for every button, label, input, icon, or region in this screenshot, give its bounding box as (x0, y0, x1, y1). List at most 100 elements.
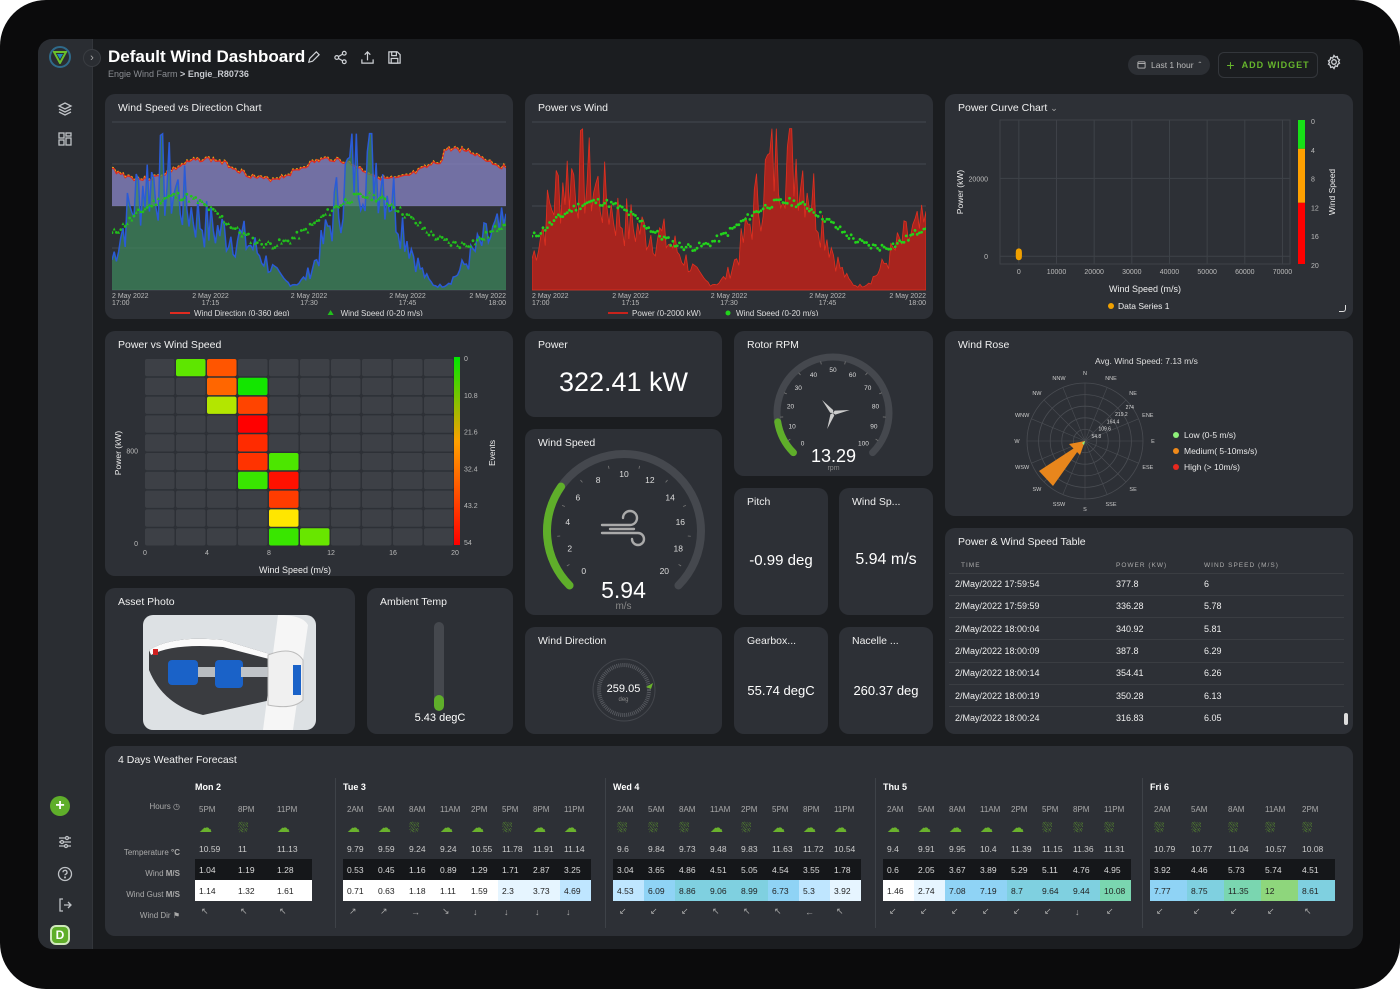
power-curve-chart[interactable]: 0 10000 20000 30000 40000 50000 60000 700002000… (945, 114, 1353, 319)
x-tick-label: 10000 (1047, 269, 1067, 276)
rain-cloud-icon: ⛆ (409, 819, 420, 835)
colorbar-tick: 21.6 (464, 430, 478, 437)
heatmap-cell (300, 453, 330, 471)
wind-speed-point (189, 194, 193, 198)
wind-speed-point (660, 238, 664, 241)
heatmap-cell (238, 528, 268, 546)
add-widget-button[interactable]: + ADD WIDGET (1218, 52, 1318, 78)
legend-label: Wind Speed (0-20 m/s) (736, 309, 819, 316)
breadcrumb: Engie Wind Farm > Engie_R80736 (108, 69, 249, 79)
wind-speed-point (361, 195, 365, 199)
wind-value: 4.51 (1298, 859, 1335, 880)
gauge-tick-label: 50 (829, 367, 837, 374)
wind-speed-marker (249, 240, 253, 244)
hour-label: 2PM (1011, 805, 1028, 814)
wind-speed-point (647, 226, 651, 230)
ambient-temp-bar (434, 622, 444, 711)
app-logo-icon[interactable] (49, 46, 71, 68)
power-vs-wind-chart[interactable]: 2 May 202217:002 May 202217:152 May 2022… (532, 116, 926, 316)
gauge-minor-tick (865, 372, 868, 376)
wind-speed-point (803, 203, 807, 206)
gauge-tick-label: 60 (849, 372, 857, 379)
table-row[interactable]: 2/May/2022 17:59:59 336.28 5.78 (949, 594, 1344, 618)
user-avatar[interactable]: D (50, 925, 70, 945)
wind-direction-unit: deg (618, 697, 629, 703)
gust-value: 1.14 (195, 880, 234, 901)
wind-value: 4.86 (675, 859, 706, 880)
cloud-icon: ☁ (533, 819, 546, 835)
legend-item[interactable]: Low (0-5 m/s) (1173, 427, 1257, 443)
table-row[interactable]: 2/May/2022 18:00:04 340.92 5.81 (949, 617, 1344, 640)
save-disk-icon[interactable] (387, 50, 402, 69)
widget-title: Rotor RPM (747, 339, 799, 351)
wind-speed-marker (279, 241, 283, 245)
scrollbar[interactable] (1344, 713, 1348, 725)
breadcrumb-current: Engie_R80736 (187, 69, 249, 79)
column-header[interactable]: TIME (949, 558, 1104, 573)
wind-direction-chart[interactable]: 2 May 202217:002 May 202217:152 May 2022… (112, 116, 506, 316)
layers-icon[interactable] (50, 94, 80, 124)
column-header[interactable]: WIND SPEED (M/S) (1192, 558, 1344, 573)
table-row[interactable]: 2/May/2022 18:00:19 350.28 6.13 (949, 683, 1344, 707)
gauge-tick-label: 16 (676, 517, 686, 527)
help-icon[interactable] (50, 859, 80, 889)
table-row[interactable]: 2/May/2022 18:00:24 316.83 6.05 (949, 706, 1344, 730)
ring-label: 109.6 (1098, 427, 1111, 433)
power-wind-heatmap[interactable]: 0 4 8 12 16 20 800 0 Wind Speed (m/s) Power (kW) 0… (105, 351, 513, 576)
dashboard-grid-icon[interactable] (50, 124, 80, 154)
heatmap-cell (362, 453, 392, 471)
legend-swatch (1108, 303, 1114, 309)
gust-value: 0.63 (374, 880, 405, 901)
wind-speed-point (770, 205, 774, 209)
heatmap-cell (269, 415, 299, 433)
direction-label: S (1083, 507, 1087, 513)
heatmap-cell (269, 471, 299, 490)
upload-icon[interactable] (360, 50, 375, 69)
edit-pencil-icon[interactable] (306, 50, 321, 69)
wind-rose-chart[interactable]: N NNE NE ENE E ESE SE SSE S SSW SW WSW W WNW NW NNW 54.8… (1005, 366, 1165, 516)
gauge-minor-tick (638, 465, 641, 469)
heatmap-cell (331, 490, 361, 508)
widget-title[interactable]: Power Curve Chart ⌄ (958, 102, 1058, 114)
gust-value: 9.06 (706, 880, 737, 901)
hour-label: 2AM (887, 805, 904, 814)
resize-handle-icon[interactable] (1339, 305, 1346, 312)
spoke (1043, 399, 1086, 442)
wind-speed-point (581, 204, 585, 208)
turbine-nacelle-image[interactable] (143, 615, 316, 730)
wind-direction-arrow-icon: ↖ (774, 906, 782, 916)
sidebar-expand-button[interactable]: › (83, 49, 101, 67)
add-button[interactable]: + (50, 796, 70, 816)
wind-rose-legend: Low (0-5 m/s) Medium( 5-10ms/s) High (> 10… (1173, 427, 1257, 475)
time-range-picker[interactable]: Last 1 hour ˆ (1128, 55, 1211, 75)
wind-stroke (600, 531, 646, 547)
temperature-value: 10.79 (1154, 843, 1176, 854)
wind-speed-point (746, 213, 750, 216)
gust-value: 7.19 (976, 880, 1007, 901)
table-row[interactable]: 2/May/2022 18:00:09 387.8 6.29 (949, 639, 1344, 663)
chevron-down-icon[interactable]: ⌄ (1050, 103, 1058, 113)
temperature-value: 11.04 (1228, 843, 1249, 854)
share-icon[interactable] (333, 50, 348, 69)
temperature-value: 9.59 (378, 843, 395, 854)
widget-title: Asset Photo (118, 596, 175, 608)
wind-speed-point (546, 226, 549, 230)
settings-sliders-icon[interactable] (50, 827, 80, 857)
cloud-icon: ☁ (803, 819, 816, 835)
legend-item[interactable]: Medium( 5-10ms/s) (1173, 443, 1257, 459)
wind-speed-point (713, 239, 717, 243)
direction-label: ESE (1142, 465, 1153, 471)
table-row[interactable]: 2/May/2022 18:00:14 354.41 6.26 (949, 661, 1344, 685)
legend-item[interactable]: High (> 10m/s) (1173, 459, 1257, 475)
logout-icon[interactable] (50, 890, 80, 920)
hour-label: 8PM (533, 805, 550, 814)
x-tick-label: 17:15 (202, 300, 220, 307)
wind-speed-point (788, 196, 791, 200)
gear-icon[interactable] (1326, 54, 1342, 75)
column-header[interactable]: POWER (KW) (1104, 558, 1192, 573)
x-axis-label: Wind Speed (m/s) (259, 565, 331, 575)
table-row[interactable]: 2/May/2022 17:59:54 377.8 6 (949, 572, 1344, 596)
x-tick-label: 8 (267, 550, 271, 557)
wind-speed-point (313, 221, 316, 225)
breadcrumb-parent[interactable]: Engie Wind Farm (108, 69, 178, 79)
